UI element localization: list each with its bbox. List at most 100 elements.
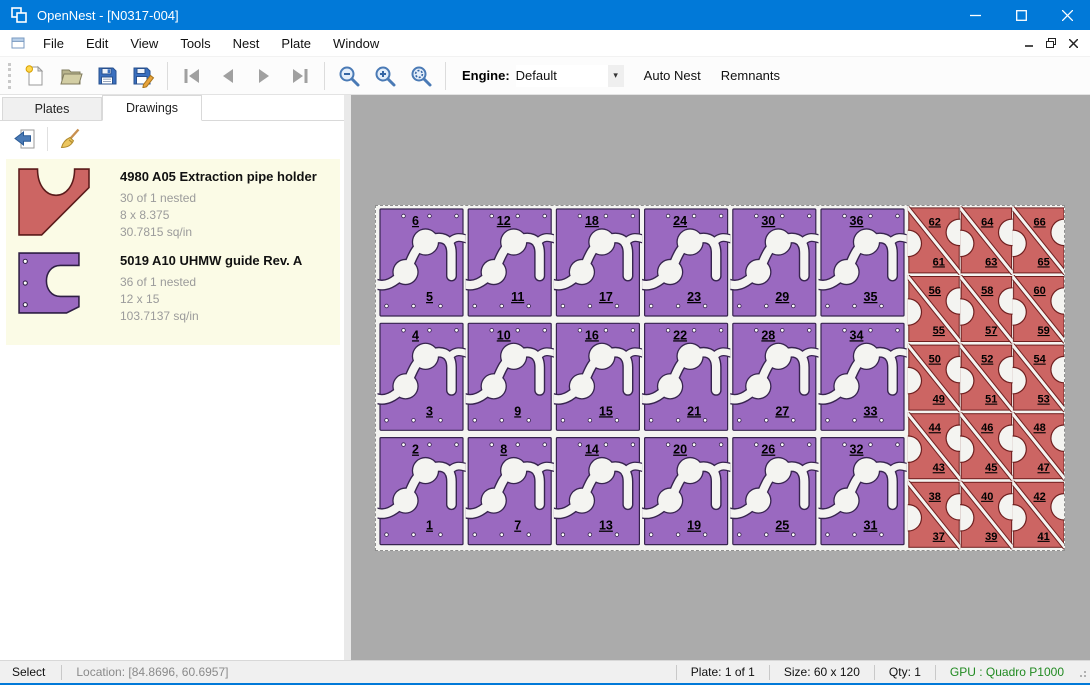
part-number: 50 [929, 354, 941, 366]
part-number: 66 [1033, 216, 1045, 228]
open-file-button[interactable] [53, 60, 89, 92]
part-number: 42 [1033, 491, 1045, 503]
go-last-button[interactable] [282, 60, 318, 92]
nest-part-purple-pair[interactable]: 2423 [638, 209, 734, 316]
part-number: 17 [599, 290, 613, 304]
menu-nest[interactable]: Nest [222, 32, 271, 55]
save-icon [95, 64, 119, 88]
part-number: 57 [985, 325, 997, 337]
zoom-extents-button[interactable] [403, 60, 439, 92]
window-title: OpenNest - [N0317-004] [37, 8, 179, 23]
nest-part-purple-pair[interactable]: 2827 [726, 323, 822, 430]
go-first-button[interactable] [174, 60, 210, 92]
mdi-child-icon[interactable] [10, 35, 26, 51]
part-number: 47 [1037, 462, 1049, 474]
drawing-nested-count: 30 of 1 nested [120, 190, 317, 207]
mdi-restore-icon [1046, 38, 1056, 48]
nest-part-purple-pair[interactable]: 1413 [550, 438, 646, 545]
drawing-title: 5019 A10 UHMW guide Rev. A [120, 253, 302, 268]
nest-part-purple-pair[interactable]: 3029 [726, 209, 822, 316]
part-number: 61 [933, 256, 945, 268]
auto-nest-button[interactable]: Auto Nest [634, 62, 711, 89]
close-button[interactable] [1044, 0, 1090, 30]
mdi-restore-button[interactable] [1040, 34, 1062, 52]
save-as-icon [131, 64, 155, 88]
nest-part-purple-pair[interactable]: 21 [376, 438, 470, 545]
zoom-in-button[interactable] [367, 60, 403, 92]
part-number: 28 [761, 328, 775, 342]
nest-part-purple-pair[interactable]: 1211 [462, 209, 558, 316]
part-number: 7 [514, 519, 521, 533]
remnants-button[interactable]: Remnants [711, 62, 790, 89]
part-number: 55 [933, 325, 945, 337]
nest-part-purple-pair[interactable]: 3433 [815, 323, 911, 430]
sidebar-toolbar [0, 121, 344, 157]
engine-combobox[interactable]: Default [516, 65, 608, 87]
mdi-close-button[interactable] [1062, 34, 1084, 52]
engine-dropdown-button[interactable]: ▾ [608, 65, 624, 87]
menu-tools[interactable]: Tools [169, 32, 221, 55]
open-file-icon [59, 64, 83, 88]
part-number: 3 [426, 404, 433, 418]
tab-drawings[interactable]: Drawings [102, 95, 202, 121]
nest-part-purple-pair[interactable]: 2625 [726, 438, 822, 545]
part-number: 8 [500, 443, 507, 457]
engine-label: Engine: [462, 68, 510, 83]
save-button[interactable] [89, 60, 125, 92]
nest-part-purple-pair[interactable]: 43 [376, 323, 470, 430]
part-number: 15 [599, 404, 613, 418]
menu-view[interactable]: View [119, 32, 169, 55]
part-number: 58 [981, 285, 993, 297]
close-icon [1062, 10, 1073, 21]
nest-part-purple-pair[interactable]: 1615 [550, 323, 646, 430]
tab-plates[interactable]: Plates [2, 97, 102, 120]
app-icon [9, 5, 29, 25]
import-drawing-button[interactable] [10, 125, 40, 153]
part-number: 35 [864, 290, 878, 304]
nest-part-purple-pair[interactable]: 2221 [638, 323, 734, 430]
nest-part-purple-pair[interactable]: 1817 [550, 209, 646, 316]
part-number: 31 [864, 519, 878, 533]
drawing-area: 30.7815 sq/in [120, 224, 317, 241]
nest-part-purple-pair[interactable]: 87 [462, 438, 558, 545]
nest-layout: 6512111817242330293635431091615222128273… [376, 206, 1064, 550]
maximize-button[interactable] [998, 0, 1044, 30]
new-file-button[interactable] [17, 60, 53, 92]
save-as-button[interactable] [125, 60, 161, 92]
go-next-button[interactable] [246, 60, 282, 92]
menu-window[interactable]: Window [322, 32, 390, 55]
nest-part-purple-pair[interactable]: 109 [462, 323, 558, 430]
minimize-button[interactable] [952, 0, 998, 30]
part-number: 33 [864, 404, 878, 418]
menu-file[interactable]: File [32, 32, 75, 55]
resize-grip-icon[interactable] [1074, 665, 1088, 679]
toolbar-separator [445, 62, 446, 90]
drawing-item[interactable]: 4980 A05 Extraction pipe holder 30 of 1 … [16, 167, 336, 241]
drawing-item[interactable]: 5019 A10 UHMW guide Rev. A 36 of 1 neste… [16, 251, 336, 325]
toolbar: Engine: Default ▾ Auto Nest Remnants [0, 57, 1090, 95]
nest-part-purple-pair[interactable]: 2019 [638, 438, 734, 545]
zoom-in-icon [373, 64, 397, 88]
toolbar-grip[interactable] [8, 63, 11, 89]
nest-canvas[interactable]: 6512111817242330293635431091615222128273… [351, 95, 1090, 660]
part-number: 14 [585, 443, 599, 457]
menu-plate[interactable]: Plate [270, 32, 322, 55]
clean-button[interactable] [55, 125, 85, 153]
mdi-minimize-button[interactable] [1018, 34, 1040, 52]
nest-part-purple-pair[interactable]: 3635 [815, 209, 911, 316]
part-number: 49 [933, 394, 945, 406]
clean-broom-icon [58, 127, 82, 151]
app-window: OpenNest - [N0317-004] File Edit View To… [0, 0, 1090, 685]
nest-part-purple-pair[interactable]: 3231 [815, 438, 911, 545]
menu-edit[interactable]: Edit [75, 32, 119, 55]
part-number: 45 [985, 462, 997, 474]
go-previous-icon [216, 64, 240, 88]
status-mode: Select [0, 665, 61, 679]
nest-part-purple-pair[interactable]: 65 [376, 209, 470, 316]
go-previous-button[interactable] [210, 60, 246, 92]
drawing-nested-count: 36 of 1 nested [120, 274, 302, 291]
main-area: Plates Drawings [0, 95, 1090, 660]
status-location: Location: [84.8696, 60.6957] [62, 665, 242, 679]
zoom-out-button[interactable] [331, 60, 367, 92]
panel-splitter[interactable] [344, 95, 351, 660]
